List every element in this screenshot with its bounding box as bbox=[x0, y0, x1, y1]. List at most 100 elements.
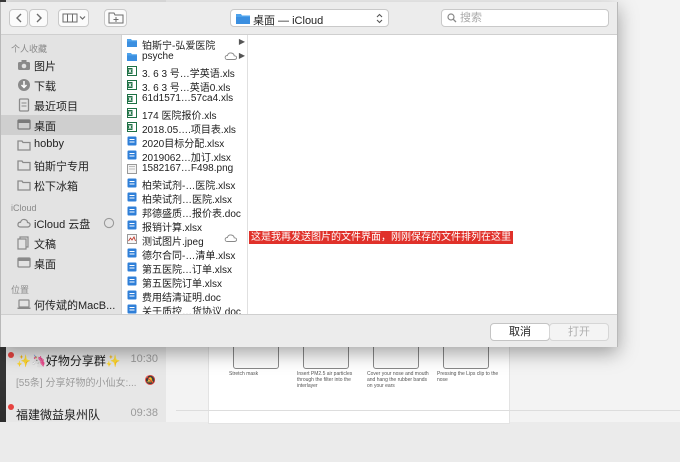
sidebar-item-macbook[interactable]: 何传斌的MacB... bbox=[1, 294, 121, 314]
folder-row[interactable]: psyche ▶ bbox=[122, 50, 247, 64]
cloud-download-icon bbox=[224, 234, 238, 242]
file-row[interactable]: 德尔合同-…清单.xlsx bbox=[122, 246, 247, 262]
folder-icon bbox=[17, 140, 31, 151]
file-row[interactable]: 柏荣试剂…医院.xlsx bbox=[122, 190, 247, 206]
sidebar-item-label: 松下冰箱 bbox=[34, 181, 78, 193]
chevron-right-icon bbox=[36, 13, 42, 23]
preview-pane bbox=[248, 35, 617, 314]
search-field[interactable] bbox=[441, 9, 609, 27]
desktop-icon bbox=[17, 119, 31, 130]
sidebar-item-label: iCloud 云盘 bbox=[34, 219, 91, 231]
view-mode-button[interactable] bbox=[58, 9, 89, 27]
image-caption: Insert PM2.5 air particles through the f… bbox=[297, 371, 353, 389]
chat-name: ✨🦄好物分享群✨ bbox=[16, 354, 121, 368]
image-file-icon bbox=[127, 234, 137, 244]
new-folder-button[interactable] bbox=[104, 9, 127, 27]
cloud-download-icon bbox=[224, 52, 238, 60]
laptop-icon bbox=[17, 299, 31, 309]
search-input[interactable] bbox=[460, 11, 600, 25]
sidebar-item-icloud-desktop[interactable]: 桌面 bbox=[1, 253, 121, 273]
image-file-icon bbox=[127, 164, 137, 174]
location-popup[interactable]: 桌面 — iCloud bbox=[230, 9, 389, 27]
divider bbox=[176, 410, 680, 411]
chat-item[interactable]: 福建微益泉州队 09:38 bbox=[6, 402, 166, 462]
sidebar-item-icloud-drive[interactable]: iCloud 云盘 bbox=[1, 213, 121, 233]
file-row[interactable]: 报销计算.xlsx bbox=[122, 218, 247, 234]
cancel-button[interactable]: 取消 bbox=[490, 323, 550, 341]
unread-dot bbox=[8, 404, 14, 410]
finder-sidebar: 个人收藏 图片 下载 最近项目 桌面 hobby 铂斯宁专用 松下冰箱 iClo… bbox=[1, 35, 122, 314]
folder-row[interactable]: 铂斯宁-弘爱医院 ▶ bbox=[122, 36, 247, 52]
sidebar-item-label: hobby bbox=[34, 138, 64, 150]
sidebar-item-label: 图片 bbox=[34, 61, 56, 73]
file-name: 61d1571…57ca4.xls bbox=[142, 93, 234, 104]
camera-icon bbox=[18, 60, 30, 70]
forward-button[interactable] bbox=[29, 9, 48, 27]
chat-time: 09:38 bbox=[130, 407, 158, 419]
image-caption: Pressing the Lips clip to the nose bbox=[437, 371, 499, 383]
folder-icon bbox=[17, 160, 31, 171]
file-row[interactable]: 174 医院报价.xls bbox=[122, 106, 247, 122]
file-name: 1582167…F498.png bbox=[142, 163, 234, 174]
sidebar-item-desktop[interactable]: 桌面 bbox=[1, 115, 121, 135]
download-icon bbox=[18, 79, 30, 91]
file-row[interactable]: 3. 6 3 号…英语0.xls bbox=[122, 78, 247, 94]
excel-file-icon bbox=[127, 80, 137, 90]
file-name: psyche bbox=[142, 51, 174, 62]
open-file-dialog: 桌面 — iCloud 个人收藏 图片 下载 最近项目 桌面 bbox=[0, 2, 618, 347]
chat-preview: [55条] 分享好物的小仙女:... bbox=[16, 378, 137, 389]
document-file-icon bbox=[127, 150, 137, 160]
sidebar-item-downloads[interactable]: 下载 bbox=[1, 75, 121, 95]
file-list[interactable]: 铂斯宁-弘爱医院 ▶ psyche ▶ 3. 6 3 号…学英语.xls 3. 6 3 号… bbox=[122, 35, 248, 314]
file-row[interactable]: 柏荣试剂-…医院.xlsx bbox=[122, 176, 247, 192]
sidebar-item-folder[interactable]: 松下冰箱 bbox=[1, 175, 121, 195]
desktop-icon bbox=[17, 257, 31, 268]
document-file-icon bbox=[127, 220, 137, 230]
file-row[interactable]: 第五医院订单.xlsx bbox=[122, 274, 247, 290]
file-row[interactable]: 邦德盛质…报价表.doc bbox=[122, 204, 247, 220]
sidebar-item-label: 文稿 bbox=[34, 239, 56, 251]
image-caption: Cover your nose and mouth and hang the r… bbox=[367, 371, 429, 389]
file-row[interactable]: 61d1571…57ca4.xls bbox=[122, 92, 247, 106]
sidebar-item-label: 最近项目 bbox=[34, 101, 78, 113]
open-button[interactable]: 打开 bbox=[549, 323, 609, 341]
chat-item[interactable]: ✨🦄好物分享群✨ 10:30 [55条] 分享好物的小仙女:... 🔕 bbox=[6, 346, 166, 406]
sidebar-item-label: 下载 bbox=[34, 81, 56, 93]
file-row[interactable]: 3. 6 3 号…学英语.xls bbox=[122, 64, 247, 80]
favorites-header: 个人收藏 bbox=[11, 44, 48, 54]
up-down-chevron-icon bbox=[376, 13, 383, 24]
sidebar-item-hobby[interactable]: hobby bbox=[1, 135, 121, 155]
mute-icon: 🔕 bbox=[144, 375, 156, 385]
folder-icon bbox=[127, 39, 137, 47]
folder-icon bbox=[127, 53, 137, 61]
document-file-icon bbox=[127, 206, 137, 216]
back-button[interactable] bbox=[9, 9, 28, 27]
document-file-icon bbox=[127, 136, 137, 146]
chevron-left-icon bbox=[15, 13, 21, 23]
file-row[interactable]: 测试图片.jpeg bbox=[122, 232, 247, 248]
location-label: 桌面 — iCloud bbox=[253, 15, 324, 27]
file-row[interactable]: 第五医院…订单.xlsx bbox=[122, 260, 247, 276]
file-row[interactable]: 关于质控…货协议.doc bbox=[122, 302, 247, 314]
dialog-toolbar: 桌面 — iCloud bbox=[1, 2, 617, 35]
document-file-icon bbox=[127, 276, 137, 286]
sidebar-item-label: 何传斌的MacB... bbox=[34, 300, 116, 312]
folder-icon bbox=[17, 180, 31, 191]
image-caption: Stretch mask bbox=[229, 371, 259, 377]
file-row[interactable]: 2020目标分配.xlsx bbox=[122, 134, 247, 150]
excel-file-icon bbox=[127, 66, 137, 76]
sidebar-item-documents[interactable]: 文稿 bbox=[1, 233, 121, 253]
chat-name: 福建微益泉州队 bbox=[16, 408, 101, 422]
file-row[interactable]: 费用结清证明.doc bbox=[122, 288, 247, 304]
file-row[interactable]: 1582167…F498.png bbox=[122, 162, 247, 176]
file-row[interactable]: 2018.05….项目表.xls bbox=[122, 120, 247, 136]
file-row[interactable]: 2019062…加订.xlsx bbox=[122, 148, 247, 164]
sidebar-item-pictures[interactable]: 图片 bbox=[1, 55, 121, 75]
sidebar-item-label: 桌面 bbox=[34, 121, 56, 133]
document-file-icon bbox=[127, 262, 137, 272]
sidebar-item-recents[interactable]: 最近项目 bbox=[1, 95, 121, 115]
disclosure-arrow-icon: ▶ bbox=[238, 51, 245, 60]
desktop-folder-icon bbox=[236, 14, 250, 24]
document-icon bbox=[18, 98, 30, 112]
sidebar-item-folder[interactable]: 铂斯宁专用 bbox=[1, 155, 121, 175]
